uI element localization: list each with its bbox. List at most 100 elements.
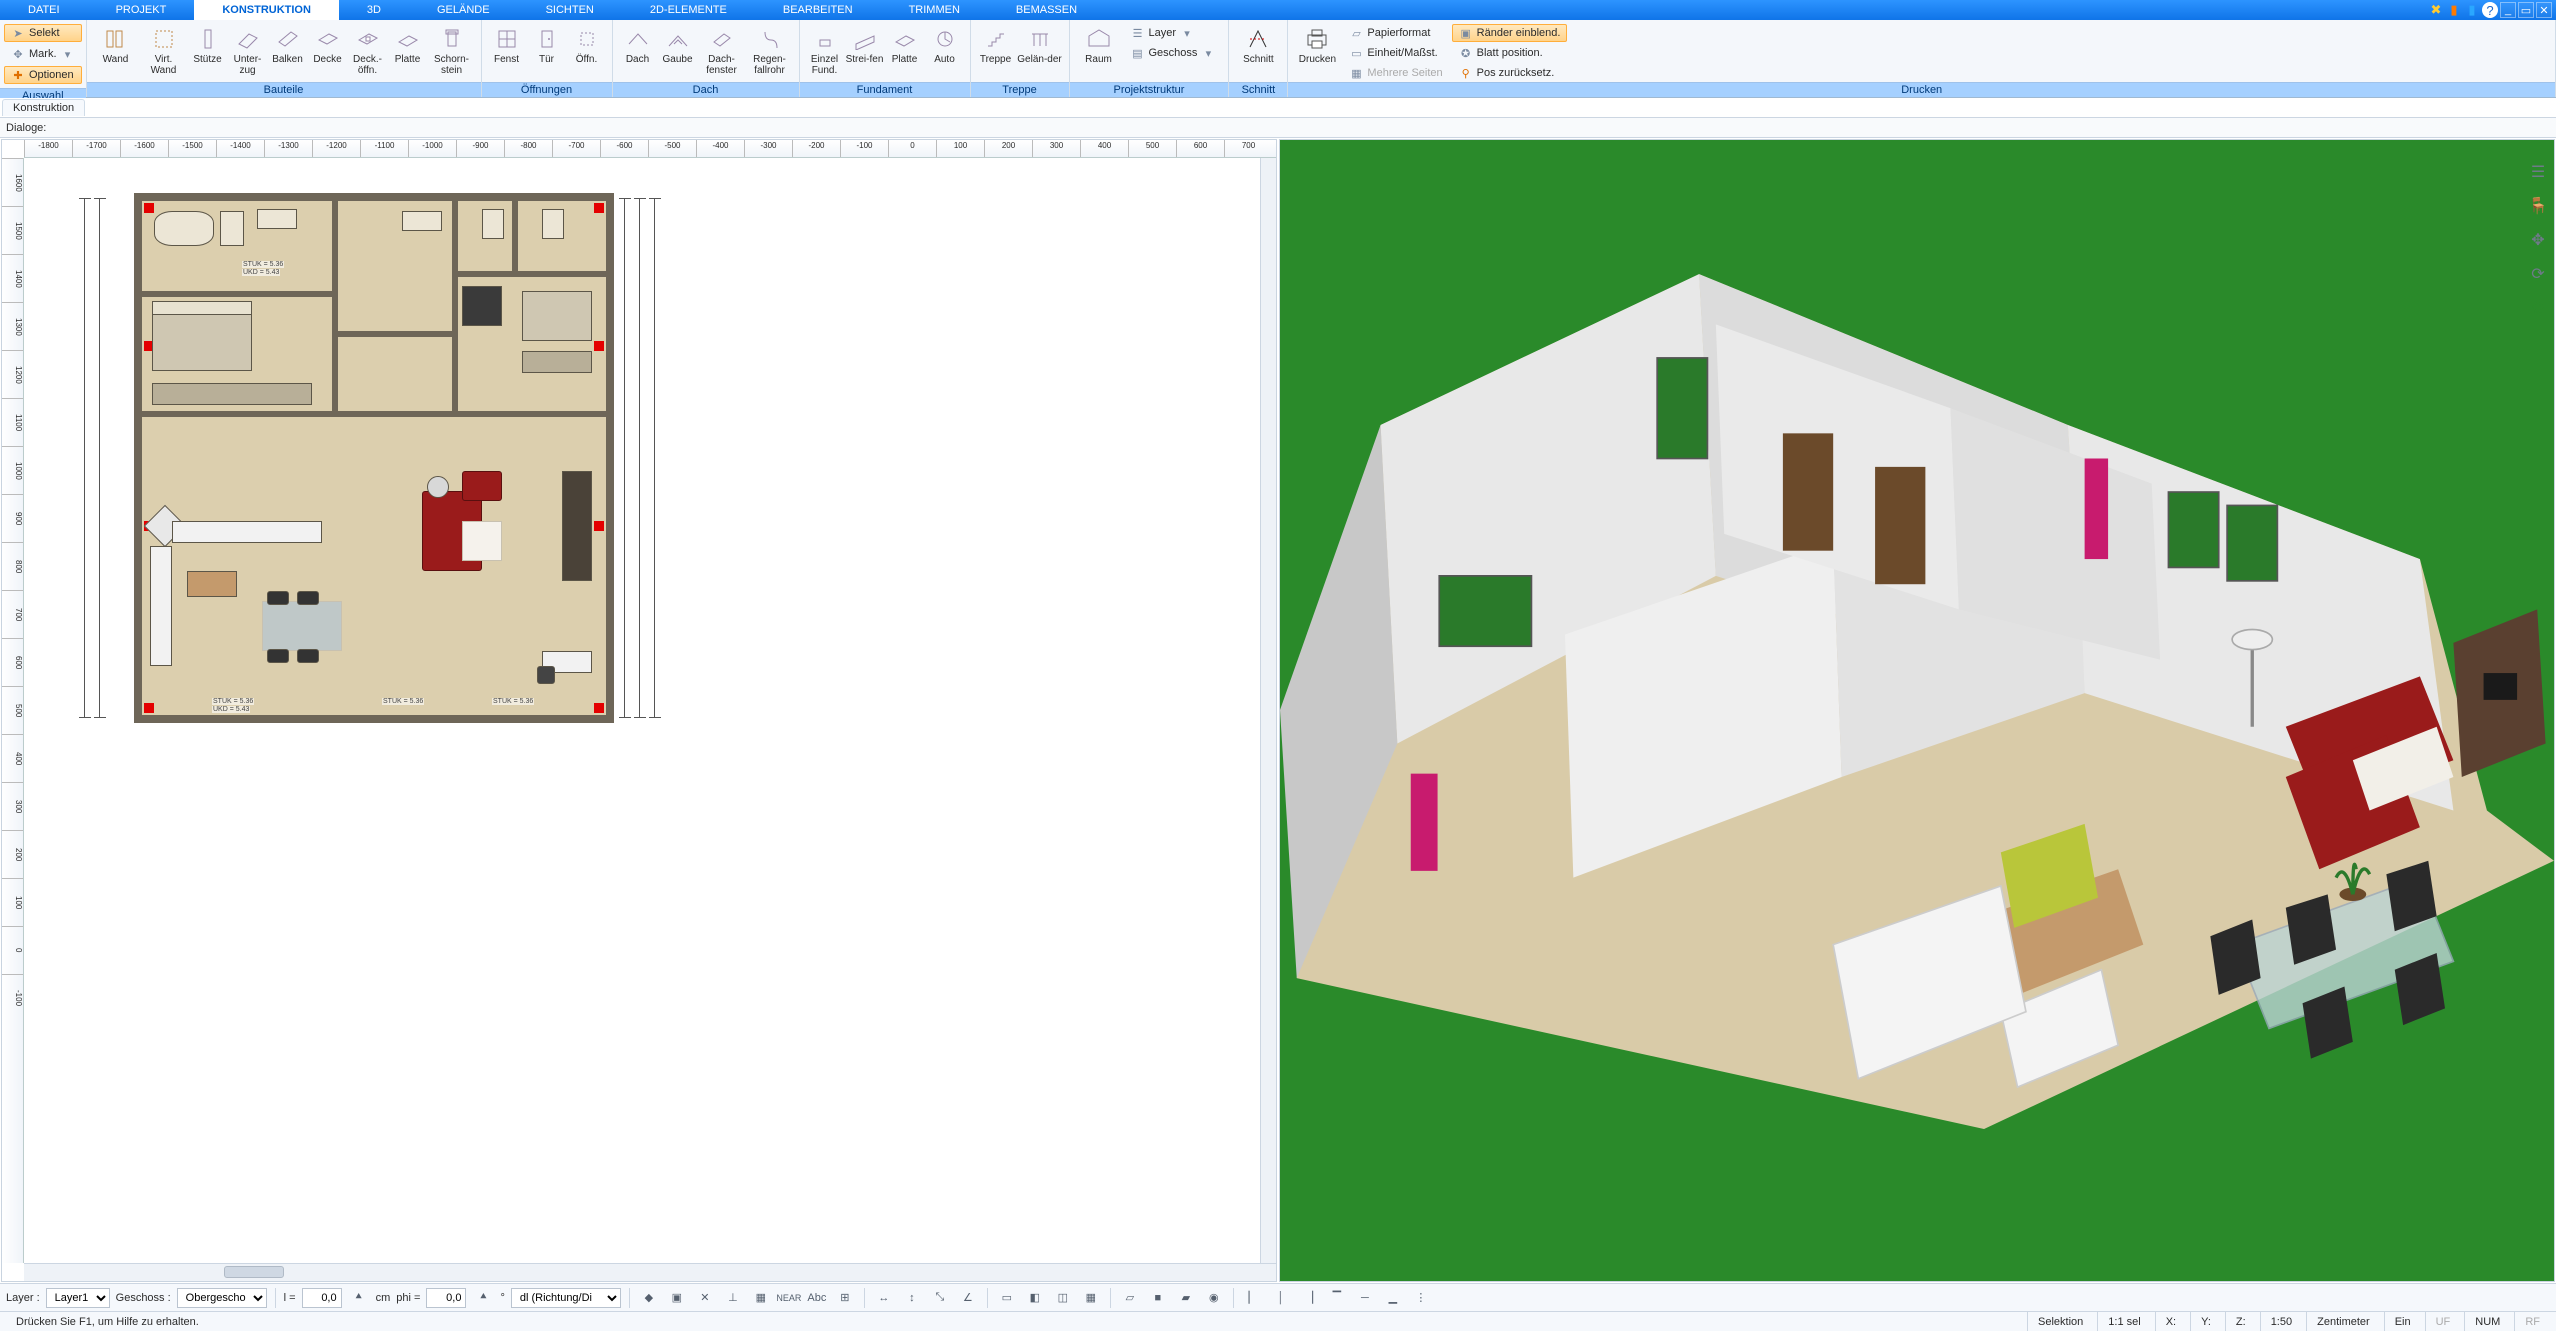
menu-sichten[interactable]: SICHTEN — [518, 0, 622, 20]
menu-datei[interactable]: DATEI — [0, 0, 88, 20]
dim-align-icon[interactable]: ⤡ — [929, 1287, 951, 1309]
align-top-icon[interactable]: ▔ — [1326, 1287, 1348, 1309]
snap-grid-icon[interactable]: ▦ — [750, 1287, 772, 1309]
align-left-icon[interactable]: ▏ — [1242, 1287, 1264, 1309]
fund-auto-button[interactable]: Auto — [926, 24, 964, 67]
align-mid-icon[interactable]: ─ — [1354, 1287, 1376, 1309]
gelaender-button[interactable]: Gelän-der — [1017, 24, 1063, 67]
plan-view-pane[interactable]: -1800-1700-1600-1500-1400-1300-1200-1100… — [1, 139, 1277, 1282]
box-orange-icon[interactable]: ▮ — [2446, 2, 2462, 18]
dim-vert-icon[interactable]: ↕ — [901, 1287, 923, 1309]
tools-icon[interactable]: ✖ — [2428, 2, 2444, 18]
snap-endpoint-icon[interactable]: ◆ — [638, 1287, 660, 1309]
layer-dropdown[interactable]: ☰Layer▾ — [1124, 24, 1223, 42]
scroll-thumb[interactable] — [224, 1266, 284, 1278]
menu-2d-elemente[interactable]: 2D-ELEMENTE — [622, 0, 755, 20]
selekt-button[interactable]: ➤Selekt — [4, 24, 82, 42]
unterzug-button[interactable]: Unter-zug — [229, 24, 267, 78]
layers-panel-icon[interactable]: ☰ — [2526, 160, 2550, 184]
text-icon[interactable]: Abc — [806, 1287, 828, 1309]
snap-perp-icon[interactable]: ⊥ — [722, 1287, 744, 1309]
wand-button[interactable]: Wand — [93, 24, 139, 67]
schnitt-button[interactable]: Schnitt — [1235, 24, 1281, 67]
treppe-button[interactable]: Treppe — [977, 24, 1015, 67]
dl-mode-select[interactable]: dl (Richtung/Di — [511, 1288, 621, 1308]
maximize-button[interactable]: ▭ — [2518, 2, 2534, 18]
render-real-icon[interactable]: ◉ — [1203, 1287, 1225, 1309]
menu-projekt[interactable]: PROJEKT — [88, 0, 195, 20]
align-center-icon[interactable]: │ — [1270, 1287, 1292, 1309]
layer-select[interactable]: Layer1 — [46, 1288, 110, 1308]
view-2d-icon[interactable]: ▭ — [996, 1287, 1018, 1309]
geschoss-dropdown[interactable]: ▤Geschoss▾ — [1124, 44, 1223, 62]
scrollbar-horizontal[interactable] — [24, 1263, 1276, 1281]
dim-angle-icon[interactable]: ∠ — [957, 1287, 979, 1309]
geschoss-select[interactable]: Obergescho — [177, 1288, 267, 1308]
dim-horiz-icon[interactable]: ↔ — [873, 1287, 895, 1309]
optionen-button[interactable]: ✚Optionen — [4, 66, 82, 84]
menu-trimmen[interactable]: TRIMMEN — [881, 0, 988, 20]
move-icon[interactable]: ✥ — [2526, 228, 2550, 252]
distribute-icon[interactable]: ⋮ — [1410, 1287, 1432, 1309]
fenster-button[interactable]: Fenst — [488, 24, 526, 67]
l-input[interactable] — [302, 1288, 342, 1308]
drucken-button[interactable]: Drucken — [1294, 24, 1340, 67]
schornstein-button[interactable]: Schorn-stein — [429, 24, 475, 78]
menu-gelaende[interactable]: GELÄNDE — [409, 0, 518, 20]
einzelfund-button[interactable]: Einzel Fund. — [806, 24, 844, 78]
fund-platte-button[interactable]: Platte — [886, 24, 924, 67]
gaube-button[interactable]: Gaube — [659, 24, 697, 67]
render-solid-icon[interactable]: ■ — [1147, 1287, 1169, 1309]
regenfallrohr-button[interactable]: Regen-fallrohr — [747, 24, 793, 78]
menu-konstruktion[interactable]: KONSTRUKTION — [194, 0, 339, 20]
close-button[interactable]: ✕ — [2536, 2, 2552, 18]
pos-reset-button[interactable]: ⚲Pos zurücksetz. — [1452, 64, 1568, 82]
tab-konstruktion[interactable]: Konstruktion — [2, 99, 85, 116]
align-right-icon[interactable]: ▕ — [1298, 1287, 1320, 1309]
view-3d-icon[interactable]: ◧ — [1024, 1287, 1046, 1309]
phi-stepper[interactable]: ⯅ — [472, 1287, 494, 1309]
mehrere-seiten-button[interactable]: ▦Mehrere Seiten — [1342, 64, 1449, 82]
einheit-button[interactable]: ▭Einheit/Maßst. — [1342, 44, 1449, 62]
snap-near-icon[interactable]: NEAR — [778, 1287, 800, 1309]
menu-3d[interactable]: 3D — [339, 0, 409, 20]
plan-canvas[interactable]: STUK = 5.36 UKD = 5.43 STUK = 5.36 UKD =… — [24, 158, 1276, 1263]
stuetze-button[interactable]: Stütze — [189, 24, 227, 67]
snap-mid-icon[interactable]: ▣ — [666, 1287, 688, 1309]
orbit-icon[interactable]: ⟳ — [2526, 262, 2550, 286]
3d-canvas[interactable] — [1280, 140, 2554, 1281]
minimize-button[interactable]: _ — [2500, 2, 2516, 18]
align-bottom-icon[interactable]: ▁ — [1382, 1287, 1404, 1309]
ortho-icon[interactable]: ⊞ — [834, 1287, 856, 1309]
render-shaded-icon[interactable]: ▰ — [1175, 1287, 1197, 1309]
virt-wand-button[interactable]: Virt. Wand — [141, 24, 187, 78]
oeffnung-button[interactable]: Öffn. — [568, 24, 606, 67]
snap-intersect-icon[interactable]: ✕ — [694, 1287, 716, 1309]
l-stepper[interactable]: ⯅ — [348, 1287, 370, 1309]
phi-input[interactable] — [426, 1288, 466, 1308]
deckoeffn-button[interactable]: Deck.-öffn. — [349, 24, 387, 78]
tree-icon[interactable]: ❀ — [2526, 296, 2550, 320]
dach-button[interactable]: Dach — [619, 24, 657, 67]
papierformat-button[interactable]: ▱Papierformat — [1342, 24, 1449, 42]
menu-bearbeiten[interactable]: BEARBEITEN — [755, 0, 881, 20]
raender-button[interactable]: ▣Ränder einblend. — [1452, 24, 1568, 42]
view-split-icon[interactable]: ◫ — [1052, 1287, 1074, 1309]
streifen-button[interactable]: Strei-fen — [846, 24, 884, 67]
tuer-button[interactable]: Tür — [528, 24, 566, 67]
decke-button[interactable]: Decke — [309, 24, 347, 67]
scrollbar-vertical[interactable] — [1260, 158, 1276, 1263]
render-wire-icon[interactable]: ▱ — [1119, 1287, 1141, 1309]
dachfenster-button[interactable]: Dach-fenster — [699, 24, 745, 78]
box-blue-icon[interactable]: ▮ — [2464, 2, 2480, 18]
raum-button[interactable]: Raum — [1076, 24, 1122, 67]
3d-view-pane[interactable] — [1279, 139, 2555, 1282]
balken-button[interactable]: Balken — [269, 24, 307, 67]
menu-bemassen[interactable]: BEMASSEN — [988, 0, 1105, 20]
mark-button[interactable]: ✥Mark.▾ — [4, 45, 82, 63]
furniture-icon[interactable]: 🪑 — [2526, 194, 2550, 218]
blatt-position-button[interactable]: ✪Blatt position. — [1452, 44, 1568, 62]
help-icon[interactable]: ? — [2482, 2, 2498, 18]
view-quad-icon[interactable]: ▦ — [1080, 1287, 1102, 1309]
platte-button[interactable]: Platte — [389, 24, 427, 67]
